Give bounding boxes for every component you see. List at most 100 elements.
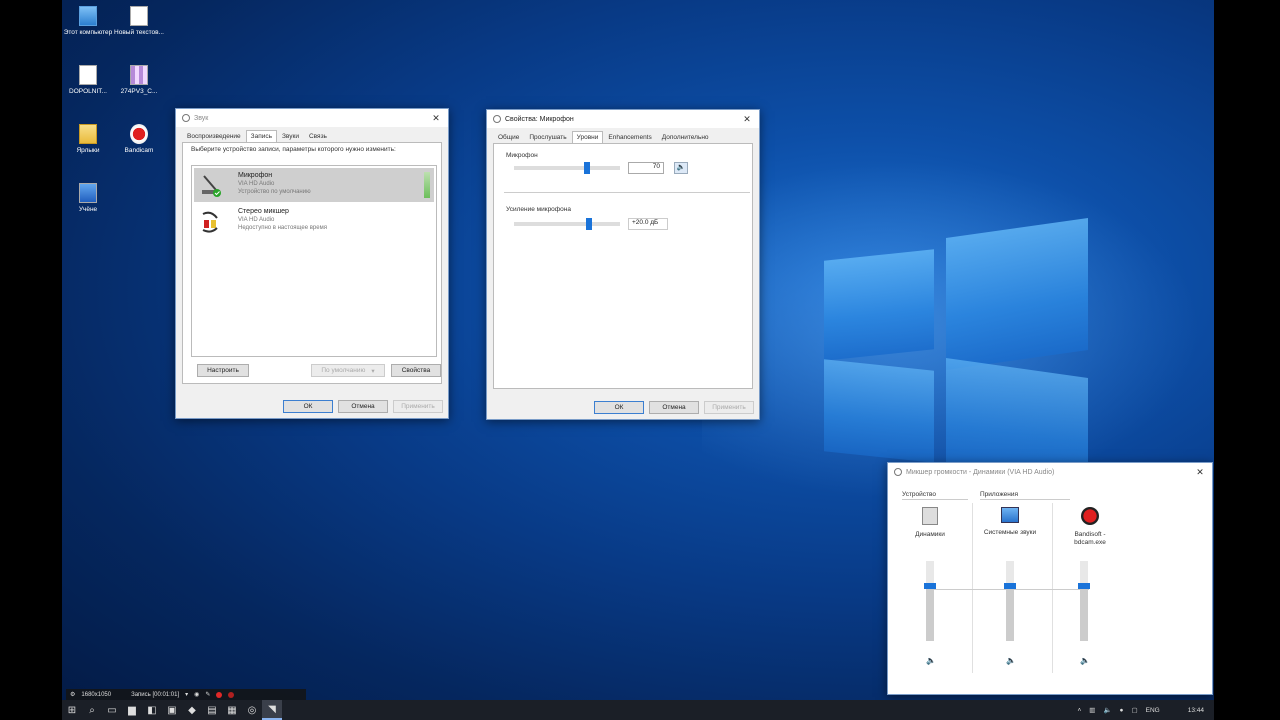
mute-speaker-icon[interactable]: 🔈 xyxy=(926,656,936,665)
window-title: Звук xyxy=(194,114,209,122)
ok-button[interactable]: ОК xyxy=(594,401,644,414)
divider xyxy=(504,192,750,193)
tab-recording[interactable]: Запись xyxy=(245,130,277,142)
set-default-button[interactable]: По умолчанию ▾ xyxy=(311,364,385,377)
desktop-icon-label: Ярлыки xyxy=(76,147,100,154)
tab-bar: Общие Прослушать Уровни Enhancements Доп… xyxy=(487,128,759,143)
volume-slider-system-sounds[interactable] xyxy=(1004,561,1016,641)
tab-communications[interactable]: Связь xyxy=(304,130,332,142)
mixer-titlebar[interactable]: Микшер громкости - Динамики (VIA HD Audi… xyxy=(888,463,1212,481)
tab-levels[interactable]: Уровни xyxy=(571,131,604,143)
folder-icon xyxy=(79,124,97,144)
chevron-up-icon[interactable]: ˄ xyxy=(1077,707,1081,714)
cancel-button[interactable]: Отмена xyxy=(649,401,699,414)
pencil-icon[interactable]: ✎ xyxy=(205,691,210,698)
file-explorer-icon[interactable]: ▆ xyxy=(122,700,142,720)
volume-thumb[interactable] xyxy=(1078,583,1090,589)
boost-value: +20.0 дБ xyxy=(628,218,668,230)
device-section-label: Устройство xyxy=(902,491,937,498)
camera-icon[interactable]: ◉ xyxy=(194,691,199,698)
desktop-icon-runner[interactable]: Учёне xyxy=(58,183,118,214)
volume-thumb[interactable] xyxy=(924,583,936,589)
mute-speaker-icon[interactable]: 🔈 xyxy=(1080,656,1090,665)
tab-sounds[interactable]: Звуки xyxy=(277,130,304,142)
desktop-icon-label: Bandicam xyxy=(124,147,154,154)
device-driver: VIA HD Audio xyxy=(238,217,275,223)
volume-slider-speakers[interactable] xyxy=(924,561,936,641)
microphone-icon xyxy=(200,172,222,198)
properties-button[interactable]: Свойства xyxy=(391,364,441,377)
boost-thumb[interactable] xyxy=(586,218,592,230)
volume-mixer-window: Микшер громкости - Динамики (VIA HD Audi… xyxy=(887,462,1213,695)
system-tray: ˄ ▥ 🔈 ● ▢ ENG 13:44 xyxy=(1077,706,1214,715)
mic-level-input[interactable]: 70 xyxy=(628,162,664,174)
volume-thumb[interactable] xyxy=(1004,583,1016,589)
close-icon[interactable]: ✕ xyxy=(1194,467,1206,478)
dropdown-icon[interactable]: ▾ xyxy=(185,691,188,698)
mic-level-thumb[interactable] xyxy=(584,162,590,174)
mixer-channel-system-sounds: Системные звуки xyxy=(970,503,1050,536)
document-icon xyxy=(79,65,97,85)
gear-icon[interactable]: ⚙ xyxy=(70,691,75,698)
app-icon[interactable]: ▣ xyxy=(162,700,182,720)
window-title: Микшер громкости - Динамики (VIA HD Audi… xyxy=(906,468,1055,476)
task-view-icon[interactable]: ▭ xyxy=(102,700,122,720)
tab-playback[interactable]: Воспроизведение xyxy=(182,130,246,142)
mic-level-slider[interactable] xyxy=(514,162,620,174)
desktop-icon-archive[interactable]: 274PV3_C... xyxy=(109,65,169,96)
app-icon-active[interactable]: ◥ xyxy=(262,700,282,720)
app-icon[interactable]: ▤ xyxy=(202,700,222,720)
start-button[interactable]: ⊞ xyxy=(62,700,82,720)
tab-bar: Воспроизведение Запись Звуки Связь xyxy=(176,127,448,142)
recording-toolbar: ⚙ 1680x1050 Запись [00:01:01] ▾ ◉ ✎ xyxy=(66,689,306,700)
desktop-icon-label: 274PV3_C... xyxy=(120,88,158,95)
device-row-stereo-mixer[interactable]: Стерео микшер VIA HD Audio Недоступно в … xyxy=(194,204,434,238)
volume-slider-bandicam[interactable] xyxy=(1078,561,1090,641)
apply-button[interactable]: Применить xyxy=(393,400,443,413)
close-icon[interactable]: ✕ xyxy=(741,114,753,125)
desktop-icon-new-text[interactable]: Новый текстов... xyxy=(109,6,169,37)
app-icon[interactable]: ▦ xyxy=(222,700,242,720)
ok-button[interactable]: ОК xyxy=(283,400,333,413)
divider xyxy=(902,499,968,500)
sound-titlebar[interactable]: Звук ✕ xyxy=(176,109,448,127)
bandicam-tray-icon[interactable]: ● xyxy=(1120,707,1124,714)
tab-listen[interactable]: Прослушать xyxy=(524,131,571,143)
bandicam-icon xyxy=(130,124,148,144)
close-icon[interactable]: ✕ xyxy=(430,113,442,124)
wallpaper-pane xyxy=(824,359,934,463)
apps-section-label: Приложения xyxy=(980,491,1019,498)
tab-advanced[interactable]: Дополнительно xyxy=(657,131,714,143)
network-icon[interactable]: ▥ xyxy=(1089,706,1095,714)
apply-button[interactable]: Применить xyxy=(704,401,754,414)
mute-speaker-icon[interactable]: 🔈 xyxy=(1006,656,1016,665)
channel-label: Динамики xyxy=(915,531,945,538)
app-icon[interactable]: ◆ xyxy=(182,700,202,720)
boost-slider[interactable] xyxy=(514,218,620,230)
stop-icon[interactable] xyxy=(228,691,235,698)
search-icon[interactable]: ⌕ xyxy=(82,700,102,720)
channel-label: Системные звуки xyxy=(983,529,1037,536)
language-indicator[interactable]: ENG xyxy=(1146,707,1160,714)
device-row-microphone[interactable]: Микрофон VIA HD Audio Устройство по умол… xyxy=(194,168,434,202)
tab-enhancements[interactable]: Enhancements xyxy=(603,131,656,143)
app-icon[interactable]: ◎ xyxy=(242,700,262,720)
mic-properties-titlebar[interactable]: Свойства: Микрофон ✕ xyxy=(487,110,759,128)
levels-panel: Микрофон 70 🔈 Усиление микрофона +20.0 д… xyxy=(493,143,753,389)
configure-button[interactable]: Настроить xyxy=(197,364,249,377)
cancel-button[interactable]: Отмена xyxy=(338,400,388,413)
notification-icon[interactable]: ▢ xyxy=(1131,706,1137,714)
volume-icon[interactable]: 🔈 xyxy=(1103,706,1111,714)
taskbar: ⊞ ⌕ ▭ ▆ ◧ ▣ ◆ ▤ ▦ ◎ ◥ ˄ ▥ 🔈 ● ▢ ENG 13:4… xyxy=(62,700,1214,720)
app-icon[interactable]: ◧ xyxy=(142,700,162,720)
speaker-mute-icon[interactable]: 🔈 xyxy=(674,162,688,174)
stereo-mixer-icon xyxy=(200,208,222,234)
record-icon[interactable] xyxy=(216,691,223,698)
tab-general[interactable]: Общие xyxy=(493,131,524,143)
device-status: Устройство по умолчанию xyxy=(238,189,311,195)
clock[interactable]: 13:44 xyxy=(1188,707,1204,714)
desktop-icon-bandicam[interactable]: Bandicam xyxy=(109,124,169,155)
chevron-down-icon: ▾ xyxy=(371,367,375,375)
sound-icon xyxy=(182,114,190,122)
computer-icon xyxy=(79,6,97,26)
